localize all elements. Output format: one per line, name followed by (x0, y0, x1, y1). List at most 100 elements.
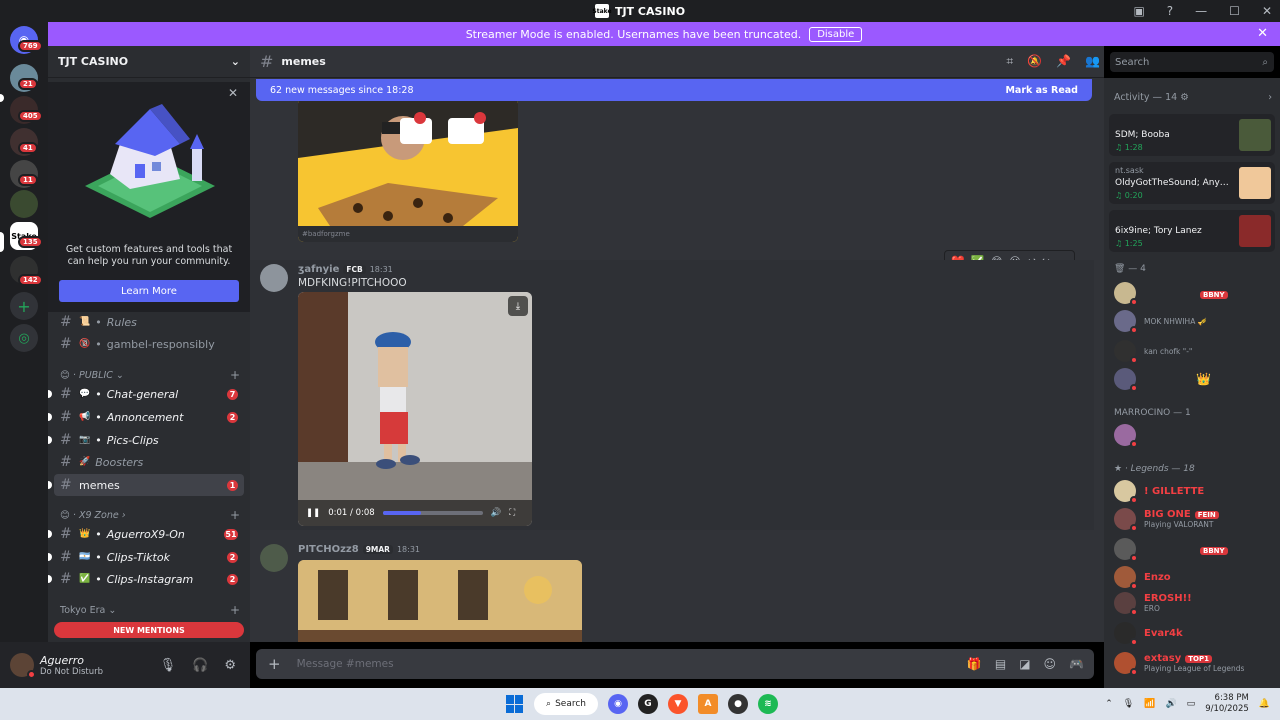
video-player[interactable]: ⤓ ❚❚ 0:01 / 0:08 🔊 ⛶ (298, 292, 532, 526)
member-item[interactable]: ! GILLETTE (1114, 480, 1276, 504)
gif-icon[interactable]: ▤ (995, 657, 1006, 671)
volume-icon[interactable]: 🔊 (491, 508, 502, 518)
add-channel-icon[interactable]: + (230, 508, 240, 522)
inbox-icon[interactable]: ▣ (1133, 4, 1144, 18)
channel-gambel-responsibly[interactable]: # 🔞 • gambel-responsibly (54, 333, 244, 355)
channel-boosters[interactable]: # 🚀 Boosters (54, 451, 244, 473)
gift-icon[interactable]: 🎁 (967, 657, 982, 671)
gear-icon[interactable]: ⚙ (1180, 92, 1189, 103)
message-composer[interactable]: + Message #memes 🎁 ▤ ◪ ☺ 🎮 (256, 649, 1094, 679)
microphone-icon[interactable]: 🎙 (1123, 699, 1134, 709)
new-mentions-button[interactable]: NEW MENTIONS (54, 622, 244, 638)
close-banner-icon[interactable]: ✕ (1257, 26, 1268, 41)
member-item[interactable]: Evar4k (1114, 622, 1276, 646)
member-item[interactable] (1114, 424, 1276, 448)
activity-card[interactable]: SDM; Booba ♫ 1:28 (1109, 114, 1275, 156)
brave-browser-icon[interactable]: ▼ (668, 694, 688, 714)
channel-clips-instagram[interactable]: # ✅ • Clips-Instagram 2 (48, 568, 244, 590)
chevron-down-icon[interactable]: ⌄ (231, 55, 240, 68)
search-input[interactable]: Search ⌕ (1110, 52, 1274, 72)
avatar[interactable] (260, 264, 288, 292)
add-channel-icon[interactable]: + (230, 603, 240, 617)
channel-memes[interactable]: # memes 1 (48, 474, 244, 496)
activity-card[interactable]: nt.sask OldyGotTheSound; Anys; S... ♫ 0:… (1109, 162, 1275, 204)
member-group-header: MARROCINO — 1 (1114, 408, 1191, 418)
maximize-button[interactable]: ☐ (1229, 4, 1240, 18)
sticker-icon[interactable]: ◪ (1019, 657, 1030, 671)
member-item[interactable]: Enzo (1114, 566, 1276, 590)
new-messages-bar[interactable]: 62 new messages since 18:28 Mark as Read (256, 79, 1092, 101)
gear-icon[interactable]: ⚙ (224, 658, 236, 673)
channel-chat-general[interactable]: # 💬 • Chat-general 7 (48, 383, 244, 405)
pin-icon[interactable]: 📌 (1056, 54, 1071, 69)
message-list[interactable]: 62 new messages since 18:28 Mark as Read… (250, 78, 1104, 642)
message-author[interactable]: ʒafnyie (298, 264, 339, 275)
attach-plus-icon[interactable]: + (268, 655, 281, 673)
clock[interactable]: 6:38 PM 9/10/2025 (1205, 693, 1249, 715)
category-tokyo-era[interactable]: Tokyo Era ⌄ + (60, 603, 240, 617)
member-item[interactable]: EROSH!! ERO (1114, 592, 1276, 616)
message-input[interactable]: Message #memes (297, 658, 394, 670)
member-item[interactable]: MOK NHWIHA 🎺 (1114, 310, 1276, 334)
minimize-button[interactable]: — (1195, 4, 1207, 18)
message-author[interactable]: PITCHOzz8 (298, 544, 359, 555)
headphones-icon[interactable]: 🎧 (192, 658, 208, 673)
channel-annoncement[interactable]: # 📢 • Annoncement 2 (48, 406, 244, 428)
app-taskbar-icon[interactable]: A (698, 694, 718, 714)
avatar[interactable] (10, 653, 36, 679)
windows-start-icon[interactable] (506, 695, 524, 713)
member-item[interactable]: BIG ONE FEIN Playing VALORANT (1114, 508, 1276, 532)
attached-image[interactable] (298, 560, 582, 642)
chevron-right-icon[interactable]: › (1268, 92, 1272, 103)
video-progress-bar[interactable] (382, 511, 483, 515)
download-icon[interactable]: ⤓ (508, 296, 528, 316)
category-x9-zone[interactable]: 😊 · X9 Zone › + (60, 508, 240, 522)
message-item[interactable]: ʒafnyie FCB 18:31 MDFKING!PITCHOOO ⤓ ❚❚ (250, 260, 1094, 530)
volume-icon[interactable]: 🔊 (1165, 699, 1176, 709)
pause-icon[interactable]: ❚❚ (306, 508, 320, 518)
server-icon[interactable] (10, 190, 38, 218)
member-item[interactable]: 👑 (1114, 368, 1276, 392)
message-item[interactable]: PITCHOzz8 9MAR 18:31 (250, 540, 1094, 642)
wifi-icon[interactable]: 📶 (1144, 699, 1155, 709)
emoji-icon[interactable]: ☺ (1044, 657, 1057, 671)
add-channel-icon[interactable]: + (230, 368, 240, 382)
building-image (298, 560, 582, 642)
discord-taskbar-icon[interactable]: ◉ (608, 694, 628, 714)
learn-more-button[interactable]: Learn More (59, 280, 239, 302)
meme-image[interactable]: #badforgzme (298, 98, 518, 242)
notifications-icon[interactable]: 🔔 (1259, 699, 1270, 709)
channel-clips-tiktok[interactable]: # 🇦🇷 • Clips-Tiktok 2 (48, 546, 244, 568)
app-taskbar-icon[interactable]: ● (728, 694, 748, 714)
fullscreen-icon[interactable]: ⛶ (509, 508, 515, 518)
discover-icon[interactable]: ◎ (10, 324, 38, 352)
close-promo-icon[interactable]: ✕ (228, 86, 238, 100)
mark-as-read-button[interactable]: Mark as Read (1005, 85, 1078, 96)
channel-rules[interactable]: # 📜 • Rules (54, 311, 244, 333)
add-server-icon[interactable]: + (10, 292, 38, 320)
chevron-up-icon[interactable]: ⌃ (1105, 699, 1113, 709)
avatar[interactable] (260, 544, 288, 572)
category-public[interactable]: 😊 · PUBLIC ⌄ + (60, 368, 240, 382)
microphone-icon[interactable]: 🎙 (160, 658, 177, 673)
activity-header[interactable]: Activity — 14 ⚙ › (1114, 92, 1272, 103)
channel-pics-clips[interactable]: # 📷 • Pics-Clips (48, 429, 244, 451)
threads-icon[interactable]: ⌗ (1006, 54, 1013, 69)
member-list-icon[interactable]: 👥 (1085, 54, 1100, 69)
close-window-button[interactable]: ✕ (1262, 4, 1272, 18)
server-header[interactable]: TJT CASINO ⌄ (48, 46, 250, 78)
member-item[interactable]: extasy TOP1 Playing League of Legends (1114, 652, 1276, 676)
member-item[interactable]: kan chofk "-" (1114, 340, 1276, 364)
notification-bell-icon[interactable]: 🔕 (1027, 54, 1042, 69)
help-icon[interactable]: ? (1167, 4, 1173, 18)
battery-icon[interactable]: ▭ (1187, 699, 1196, 709)
member-item[interactable]: BBNY (1114, 538, 1276, 562)
app-taskbar-icon[interactable]: G (638, 694, 658, 714)
taskbar-search[interactable]: ⌕ Search (534, 693, 598, 715)
channel-aguerrox9-on[interactable]: # 👑 • AguerroX9-On 51 (48, 523, 244, 545)
member-item[interactable]: BBNY (1114, 282, 1276, 306)
spotify-icon[interactable]: ≋ (758, 694, 778, 714)
apps-icon[interactable]: 🎮 (1069, 657, 1084, 671)
disable-streamer-mode-button[interactable]: Disable (809, 26, 863, 42)
activity-card[interactable]: 6ix9ine; Tory Lanez ♫ 1:25 (1109, 210, 1275, 252)
